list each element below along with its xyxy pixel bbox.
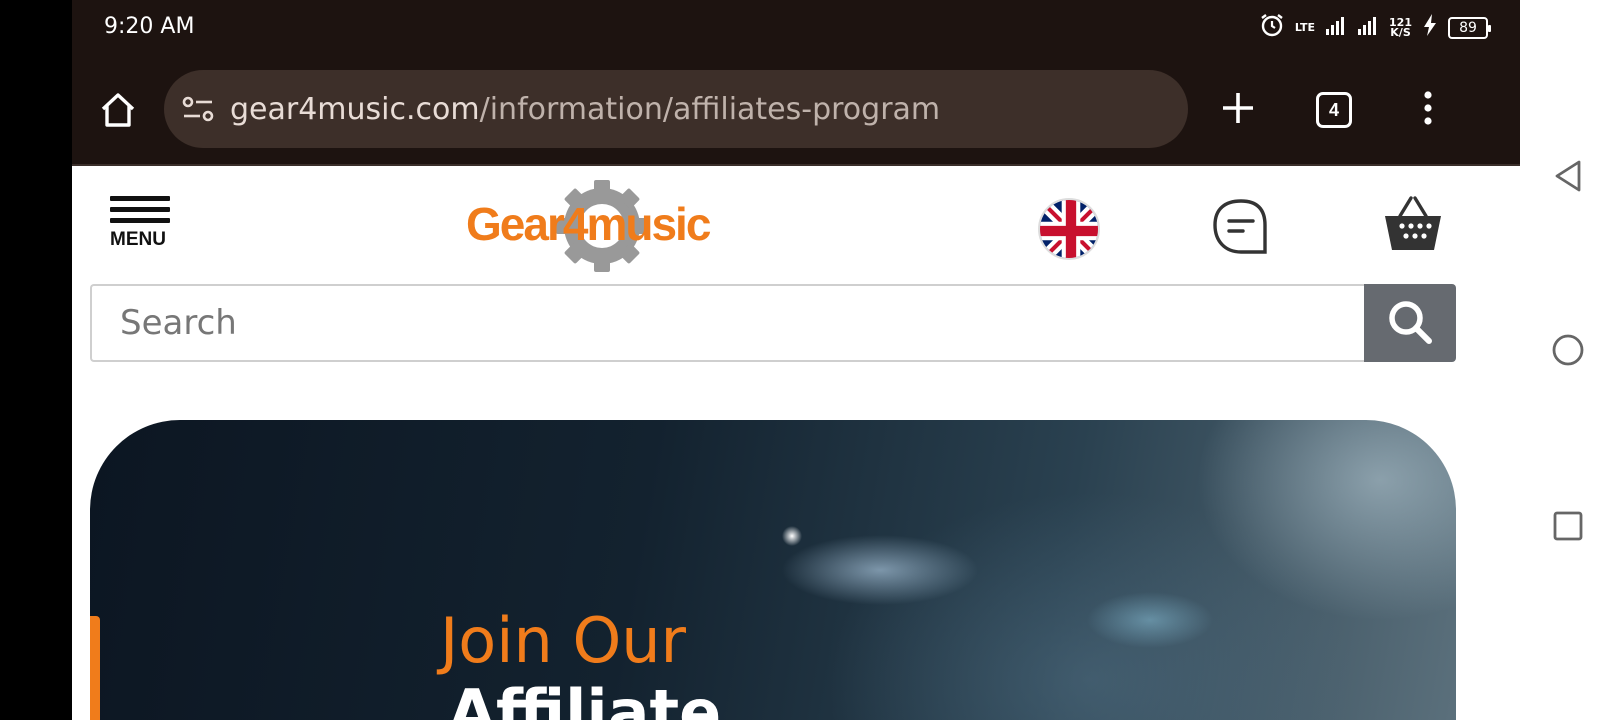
status-bar: 9:20 AM LTE 121 K/S 89 xyxy=(72,0,1520,56)
search-form xyxy=(90,284,1456,362)
signal-icon-2 xyxy=(1357,14,1379,41)
hamburger-bar xyxy=(110,218,170,223)
back-triangle-icon[interactable] xyxy=(1550,158,1586,194)
left-black-strip xyxy=(0,0,72,720)
menu-button[interactable]: MENU xyxy=(110,196,172,258)
battery-icon: 89 xyxy=(1448,16,1491,39)
signal-icon-1 xyxy=(1325,14,1347,41)
url-text[interactable]: gear4music.com/information/affiliates-pr… xyxy=(230,92,940,127)
home-circle-icon[interactable] xyxy=(1550,332,1586,368)
alarm-icon xyxy=(1259,12,1285,43)
chat-icon[interactable] xyxy=(1212,198,1270,256)
uk-flag-icon[interactable] xyxy=(1038,198,1100,260)
more-vert-icon xyxy=(1422,90,1434,131)
url-bar[interactable]: gear4music.com/information/affiliates-pr… xyxy=(164,70,1188,148)
status-time: 9:20 AM xyxy=(104,14,195,39)
search-icon xyxy=(1385,297,1435,350)
more-menu-button[interactable] xyxy=(1406,88,1450,132)
search-button[interactable] xyxy=(1364,284,1456,362)
menu-label: MENU xyxy=(110,229,166,250)
net-speed: 121 K/S xyxy=(1389,17,1412,39)
url-host: gear4music.com xyxy=(230,91,480,127)
hamburger-icon xyxy=(110,196,170,201)
tab-switcher-button[interactable]: 4 xyxy=(1312,88,1356,132)
browser-toolbar: gear4music.com/information/affiliates-pr… xyxy=(72,56,1520,166)
hero-banner: Join Our Affiliate xyxy=(90,420,1456,720)
home-icon[interactable] xyxy=(98,90,138,130)
basket-icon[interactable] xyxy=(1382,194,1444,256)
site-header: MENU Gear4music xyxy=(72,168,1520,280)
new-tab-button[interactable] xyxy=(1216,88,1260,132)
hero-subheading: Affiliate xyxy=(448,676,722,720)
plus-icon xyxy=(1220,90,1256,131)
hero-heading: Join Our xyxy=(440,604,687,677)
hero-accent-bar xyxy=(90,616,100,720)
recents-square-icon[interactable] xyxy=(1550,508,1586,544)
url-path: /information/affiliates-program xyxy=(479,91,941,127)
gear4music-logo[interactable]: Gear4music xyxy=(466,180,742,272)
search-input[interactable] xyxy=(90,284,1364,362)
phone-screen: 9:20 AM LTE 121 K/S 89 gear4music.com/in… xyxy=(72,0,1520,720)
status-icons: LTE 121 K/S 89 xyxy=(1259,12,1491,43)
hamburger-bar xyxy=(110,207,170,212)
net-speed-unit: K/S xyxy=(1390,25,1411,39)
android-nav-bar xyxy=(1520,0,1612,720)
charging-icon xyxy=(1422,13,1438,42)
logo-text: Gear4music xyxy=(466,198,711,250)
site-settings-icon[interactable] xyxy=(180,91,216,127)
lte-label: LTE xyxy=(1294,20,1316,34)
tab-switcher-icon: 4 xyxy=(1316,92,1352,128)
